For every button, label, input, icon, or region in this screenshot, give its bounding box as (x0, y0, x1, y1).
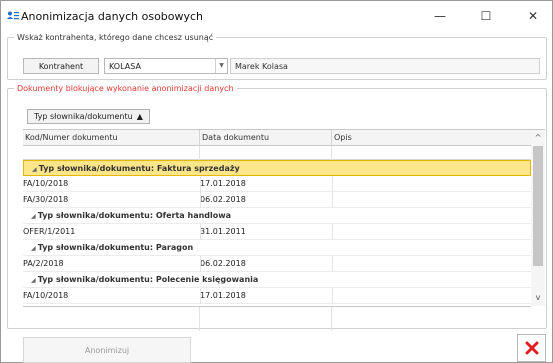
group-row[interactable]: ◢ Typ słownika/dokumentu: Polecenie księ… (23, 272, 531, 288)
cell-code: OFER/1/2011 (23, 227, 76, 236)
close-window-button[interactable]: ✕ (518, 6, 548, 26)
column-header-code[interactable]: Kod/Numer dokumentu (23, 130, 200, 146)
vertical-scrollbar[interactable]: ^ v (531, 130, 545, 306)
summary-cell-desc (332, 307, 531, 331)
group-row-text: Typ słownika/dokumentu: Paragon (37, 243, 194, 252)
cell-date: 17.01.2018 (200, 179, 246, 188)
column-separator (332, 192, 333, 208)
group-row-label: ◢ Typ słownika/dokumentu: Polecenie księ… (31, 275, 258, 284)
group-row-text: Typ słownika/dokumentu: Faktura sprzedaż… (38, 164, 240, 173)
grid-summary-row (23, 306, 531, 331)
documents-groupbox-legend: Dokumenty blokujące wykonanie anonimizac… (17, 84, 234, 93)
scroll-thumb[interactable] (533, 146, 543, 266)
group-by-chip-label: Typ słownika/dokumentu (34, 112, 133, 121)
table-row[interactable]: FA/30/2018 06.02.2018 (23, 192, 531, 208)
cell-code: FA/10/2018 (23, 291, 69, 300)
documents-grid: Kod/Numer dokumentu Data dokumentu Opis … (23, 129, 545, 331)
column-separator (200, 192, 201, 208)
cell-date: 06.02.2018 (200, 259, 246, 268)
contractor-code-combo[interactable]: KOLASA ▼ (104, 58, 228, 74)
group-row-text: Typ słownika/dokumentu: Oferta handlowa (37, 211, 232, 220)
cell-code: PA/2/2018 (23, 259, 64, 268)
anonymize-button[interactable]: Anonimizuj (23, 337, 191, 363)
cell-date: 17.01.2018 (200, 291, 246, 300)
group-by-chip[interactable]: Typ słownika/dokumentu ▲ (27, 109, 150, 124)
close-dialog-button[interactable] (517, 334, 546, 362)
filter-cell-date[interactable] (200, 146, 332, 160)
column-separator (200, 256, 201, 272)
dialog-window: Anonimizacja danych osobowych — ☐ ✕ Wska… (0, 0, 553, 363)
column-header-desc[interactable]: Opis (332, 130, 531, 146)
minimize-button[interactable]: — (425, 6, 455, 26)
sort-ascending-icon: ▲ (136, 112, 143, 121)
column-separator (332, 288, 333, 304)
table-row[interactable]: PA/2/2018 06.02.2018 (23, 256, 531, 272)
user-list-icon (7, 11, 19, 20)
column-header-date[interactable]: Data dokumentu (200, 130, 332, 146)
column-separator (332, 224, 333, 240)
group-row[interactable]: ◢ Typ słownika/dokumentu: Faktura sprzed… (23, 160, 531, 176)
maximize-button[interactable]: ☐ (471, 6, 501, 26)
collapse-arrow-icon[interactable]: ◢ (31, 277, 38, 284)
filter-row (23, 146, 531, 160)
column-separator (200, 288, 201, 304)
group-row[interactable]: ◢ Typ słownika/dokumentu: Paragon (23, 240, 531, 256)
group-row-label: ◢ Typ słownika/dokumentu: Faktura sprzed… (32, 164, 240, 173)
table-row[interactable]: OFER/1/2011 31.01.2011 (23, 224, 531, 240)
cell-code: FA/30/2018 (23, 195, 69, 204)
cell-code: FA/10/2018 (23, 179, 69, 188)
chevron-down-icon[interactable]: ▼ (215, 59, 227, 73)
group-by-panel: Typ słownika/dokumentu ▲ (23, 101, 545, 129)
grid-header: Kod/Numer dokumentu Data dokumentu Opis (23, 130, 531, 146)
scroll-up-icon[interactable]: ^ (531, 130, 545, 146)
group-row-label: ◢ Typ słownika/dokumentu: Paragon (31, 243, 193, 252)
group-row-text: Typ słownika/dokumentu: Polecenie księgo… (37, 275, 259, 284)
title-bar: Anonimizacja danych osobowych — ☐ ✕ (1, 1, 552, 31)
table-row[interactable]: FA/10/2018 17.01.2018 (23, 176, 531, 192)
contractor-groupbox-legend: Wskaż kontrahenta, którego dane chcesz u… (17, 33, 214, 42)
column-separator (200, 176, 201, 192)
collapse-arrow-icon[interactable]: ◢ (31, 213, 38, 220)
filter-cell-desc[interactable] (332, 146, 531, 160)
cell-date: 06.02.2018 (200, 195, 246, 204)
window-title: Anonimizacja danych osobowych (21, 10, 204, 23)
summary-cell-date (200, 307, 332, 331)
contractor-code-value: KOLASA (109, 62, 141, 71)
cell-date: 31.01.2011 (200, 227, 246, 236)
column-separator (200, 224, 201, 240)
column-separator (332, 176, 333, 192)
summary-cell-code (23, 307, 200, 331)
contractor-button[interactable]: Kontrahent (23, 58, 99, 74)
contractor-name-field: Marek Kolasa (230, 58, 540, 74)
collapse-arrow-icon[interactable]: ◢ (32, 166, 39, 173)
group-row[interactable]: ◢ Typ słownika/dokumentu: Oferta handlow… (23, 208, 531, 224)
group-row-label: ◢ Typ słownika/dokumentu: Oferta handlow… (31, 211, 231, 220)
column-separator (332, 256, 333, 272)
table-row[interactable]: FA/10/2018 17.01.2018 (23, 288, 531, 304)
collapse-arrow-icon[interactable]: ◢ (31, 245, 38, 252)
scroll-down-icon[interactable]: v (531, 290, 545, 306)
grid-rows: ◢ Typ słownika/dokumentu: Faktura sprzed… (23, 160, 531, 304)
red-x-icon (525, 341, 538, 355)
filter-cell-code[interactable] (23, 146, 200, 160)
